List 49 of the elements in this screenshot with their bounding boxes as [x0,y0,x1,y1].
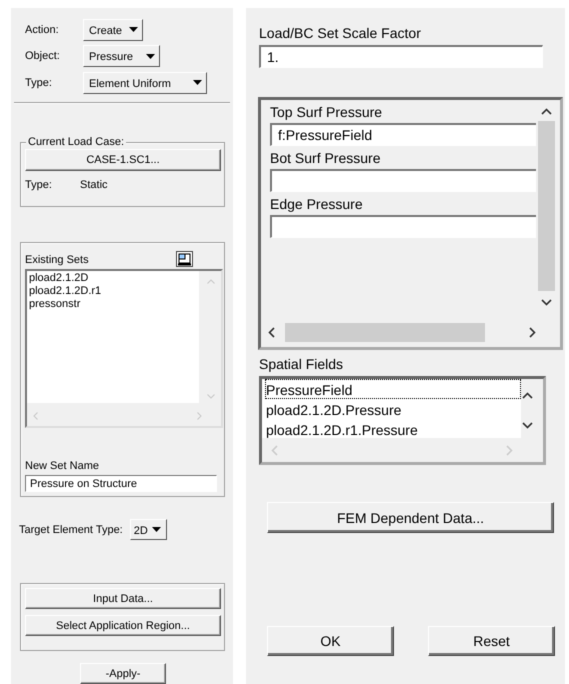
apply-button[interactable]: -Apply- [80,663,166,684]
scroll-left-icon[interactable] [268,326,275,338]
scale-factor-field[interactable]: 1. [259,45,543,68]
set-name-field[interactable]: Pressure on Structure [25,475,217,492]
dropdown-button[interactable]: Create [83,18,143,41]
scroll-right-icon[interactable] [529,326,536,338]
caret-icon [129,27,138,32]
dialog-button[interactable]: Reset [428,626,555,656]
scrollbar-thumb[interactable] [538,121,554,291]
type-value: Static [80,178,108,191]
list-item[interactable]: pload2.1.2D.r1 [29,285,102,298]
list-label: Spatial Fields [259,356,344,372]
caret-icon [146,54,155,59]
group-legend: Current Load Case: [26,136,126,148]
list-item[interactable]: pload2.1.2D.r1.Pressure [265,419,521,439]
list-item[interactable]: pload2.1.2D [29,272,88,286]
dropdown-button[interactable]: 2D [130,519,167,540]
window-icon[interactable] [176,251,193,268]
fem-data-button[interactable]: FEM Dependent Data... [267,502,554,533]
list-item[interactable]: pressonstr [29,298,80,312]
pressure-field[interactable]: f:PressureField [270,123,536,146]
dialog-button[interactable]: OK [267,626,394,656]
scroll-down-icon[interactable] [522,422,533,429]
field-label: Object: [25,50,61,62]
action-button[interactable]: Input Data... [25,588,221,610]
field-label: Action: [25,24,60,36]
list-item[interactable]: PressureField [265,379,521,399]
list-label: Existing Sets [25,254,89,268]
field-label: New Set Name [25,460,100,472]
field-label: Target Element Type: [19,524,123,536]
caret-icon [152,527,161,532]
list-item[interactable]: pload2.1.2D.Pressure [265,399,521,419]
field-label: Edge Pressure [270,196,364,212]
field-label: Type: [25,77,53,90]
pressure-field[interactable] [270,215,536,238]
caret-icon [193,80,202,86]
field-label: Top Surf Pressure [270,104,384,120]
type-label: Type: [25,178,53,191]
pressure-field[interactable] [270,169,536,192]
dropdown-button[interactable]: Element Uniform [83,72,207,94]
dropdown-button[interactable]: Pressure [83,45,160,68]
scroll-up-icon[interactable] [522,392,533,399]
scrollbar-thumb[interactable] [285,322,485,342]
scroll-down-icon[interactable] [540,299,552,306]
scroll-up-icon[interactable] [540,108,552,115]
action-button[interactable]: Select Application Region... [25,615,221,636]
field-label: Bot Surf Pressure [270,150,382,166]
field-label: Load/BC Set Scale Factor [259,25,422,41]
load-case-button[interactable]: CASE-1.SC1... [25,148,221,171]
